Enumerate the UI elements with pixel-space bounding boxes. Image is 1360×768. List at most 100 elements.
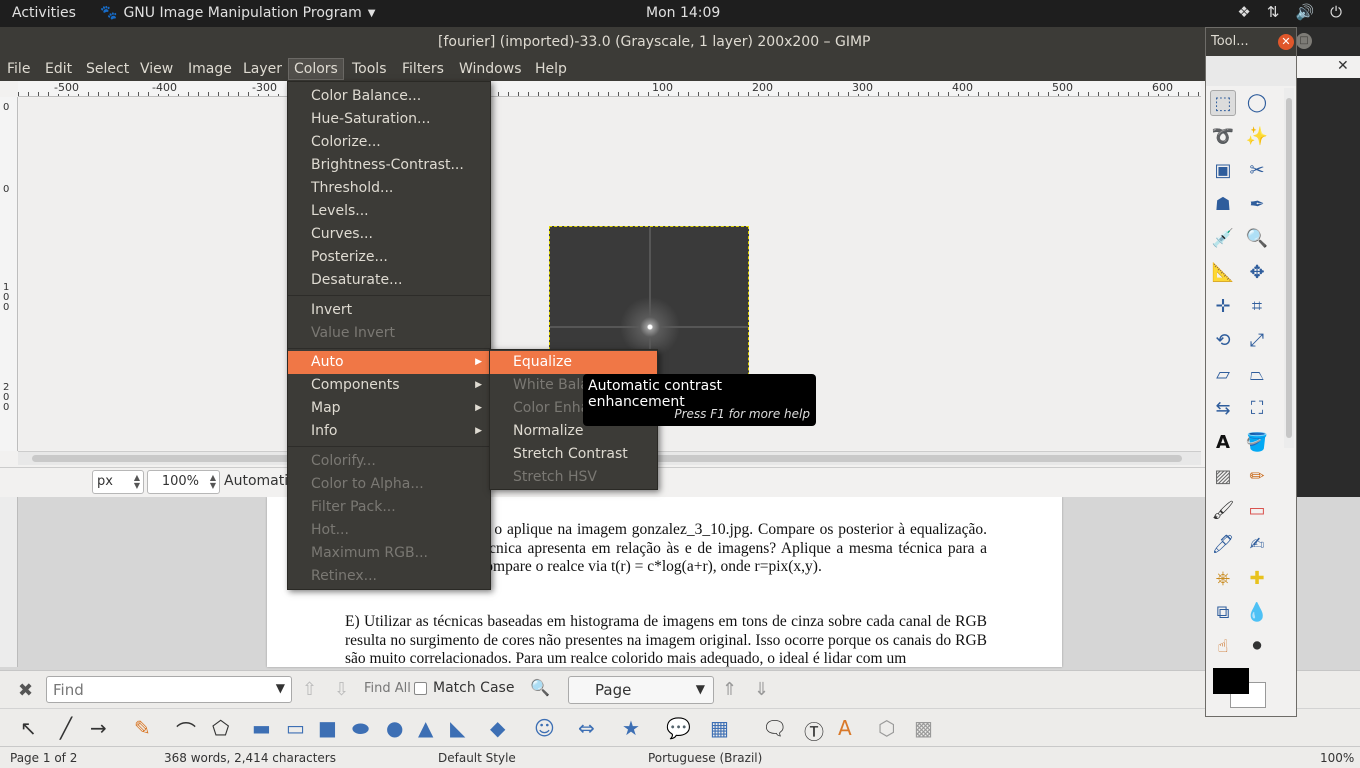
maximize-icon[interactable]: □ xyxy=(1296,33,1312,49)
free-select-icon[interactable]: ➰ xyxy=(1210,124,1236,150)
ink-icon[interactable]: ✍ xyxy=(1244,532,1270,558)
comment-icon[interactable]: 🗨 xyxy=(762,716,787,740)
ellipse-select-icon[interactable]: ◯ xyxy=(1244,90,1270,116)
select-arrow-icon[interactable]: ↖ xyxy=(20,716,37,740)
points-icon[interactable]: ⬡ xyxy=(878,716,895,740)
network-icon[interactable]: ⇅ xyxy=(1267,3,1280,21)
rotate-icon[interactable]: ⟲ xyxy=(1210,328,1236,354)
menu-item-auto[interactable]: Auto ▶ xyxy=(288,351,490,374)
pencil-icon[interactable]: ✏ xyxy=(1244,464,1270,490)
menu-item-equalize[interactable]: Equalize xyxy=(490,351,657,374)
color-picker-icon[interactable]: 💉 xyxy=(1210,226,1236,252)
zoom-icon[interactable]: 🔍 xyxy=(1244,226,1270,252)
menu-item-curves[interactable]: Curves... xyxy=(288,223,490,246)
foreground-color-swatch[interactable] xyxy=(1213,668,1249,694)
circle-icon[interactable]: ● xyxy=(386,716,403,740)
text-tool-icon[interactable]: A xyxy=(1210,430,1236,456)
unit-select[interactable]: px ▲ ▼ xyxy=(92,470,144,494)
activities-button[interactable]: Activities xyxy=(12,5,76,21)
dropbox-icon[interactable]: ❖ xyxy=(1237,3,1250,21)
select-by-color-icon[interactable]: ▣ xyxy=(1210,158,1236,184)
polygon-icon[interactable]: ⬠ xyxy=(212,716,229,740)
airbrush-icon[interactable]: 🖊 xyxy=(1210,532,1236,558)
chevron-down-icon[interactable]: ▼ xyxy=(276,681,285,695)
document-language[interactable]: Portuguese (Brazil) xyxy=(648,751,762,765)
pencil-icon[interactable]: ✎ xyxy=(134,716,151,740)
perspective-icon[interactable]: ⏢ xyxy=(1244,362,1270,388)
volume-icon[interactable]: 🔊 xyxy=(1295,3,1314,21)
ellipse-icon[interactable]: ⬬ xyxy=(352,716,369,740)
close-find-icon[interactable]: ✖ xyxy=(18,680,33,701)
menu-layer[interactable]: Layer xyxy=(238,60,287,78)
find-all-button[interactable]: Find All xyxy=(364,681,411,696)
find-input[interactable]: Find ▼ xyxy=(46,676,292,703)
menu-item-map[interactable]: Map ▶ xyxy=(288,397,490,420)
menu-file[interactable]: File xyxy=(2,60,35,78)
blend-icon[interactable]: ▨ xyxy=(1210,464,1236,490)
rectangle-icon[interactable]: ▬ xyxy=(252,716,271,740)
menu-select[interactable]: Select xyxy=(81,60,134,78)
find-replace-icon[interactable]: 🔍 xyxy=(530,678,550,697)
arrow-line-icon[interactable]: → xyxy=(90,716,107,740)
find-next-icon[interactable]: ⇩ xyxy=(334,679,349,700)
rect-select-icon[interactable]: ⬚ xyxy=(1210,90,1236,116)
dodge-burn-icon[interactable]: ⚫ xyxy=(1244,634,1270,660)
menu-view[interactable]: View xyxy=(135,60,178,78)
flowchart-icon[interactable]: ▦ xyxy=(710,716,729,740)
menu-item-stretch-contrast[interactable]: Stretch Contrast xyxy=(490,443,657,466)
measure-icon[interactable]: 📐 xyxy=(1210,260,1236,286)
window-titlebar[interactable]: [fourier] (imported)-33.0 (Grayscale, 1 … xyxy=(0,27,1297,57)
smudge-icon[interactable]: ☝ xyxy=(1210,634,1236,660)
horizontal-ruler[interactable]: -500 -400 -300 100 200 300 400 500 600 xyxy=(18,81,1201,97)
menu-item-color-balance[interactable]: Color Balance... xyxy=(288,85,490,108)
zoom-level[interactable]: 100% xyxy=(1320,751,1354,765)
scrollbar-thumb[interactable] xyxy=(1286,98,1292,438)
extrusion-icon[interactable]: ▩ xyxy=(914,716,933,740)
eraser-icon[interactable]: ▭ xyxy=(1244,498,1270,524)
vertical-ruler[interactable]: 0 0 100 200 xyxy=(0,97,18,451)
toolbox-scrollbar[interactable] xyxy=(1284,88,1294,448)
clone-icon[interactable]: ⎈ xyxy=(1210,566,1236,592)
menu-item-hue-saturation[interactable]: Hue-Saturation... xyxy=(288,108,490,131)
menu-tools[interactable]: Tools xyxy=(347,60,392,78)
scale-icon[interactable]: ⤢ xyxy=(1244,328,1270,354)
zoom-select[interactable]: 100% ▲ ▼ xyxy=(147,470,220,494)
search-down-icon[interactable]: ⇓ xyxy=(754,679,769,700)
menu-item-colorize[interactable]: Colorize... xyxy=(288,131,490,154)
app-menu[interactable]: 🐾 GNU Image Manipulation Program ▼ xyxy=(100,5,375,21)
callout-icon[interactable]: 💬 xyxy=(666,716,691,740)
menu-filters[interactable]: Filters xyxy=(397,60,449,78)
close-icon[interactable]: ✕ xyxy=(1278,34,1294,50)
line-icon[interactable]: ╱ xyxy=(60,716,72,740)
clock[interactable]: Mon 14:09 xyxy=(646,5,720,21)
menu-item-posterize[interactable]: Posterize... xyxy=(288,246,490,269)
heal-icon[interactable]: ✚ xyxy=(1244,566,1270,592)
menu-item-invert[interactable]: Invert xyxy=(288,299,490,322)
fontwork-icon[interactable]: A xyxy=(838,716,852,740)
fuzzy-select-icon[interactable]: ✨ xyxy=(1244,124,1270,150)
text-box-icon[interactable]: Ⓣ xyxy=(804,716,824,745)
diamond-icon[interactable]: ◆ xyxy=(490,716,505,740)
triangle-icon[interactable]: ▲ xyxy=(418,716,433,740)
search-type-select[interactable]: Page ▼ xyxy=(568,676,714,704)
bucket-fill-icon[interactable]: 🪣 xyxy=(1244,430,1270,456)
crop-icon[interactable]: ⌗ xyxy=(1244,294,1270,320)
menu-image[interactable]: Image xyxy=(183,60,237,78)
cage-transform-icon[interactable]: ⛶ xyxy=(1244,396,1270,422)
perspective-clone-icon[interactable]: ⧉ xyxy=(1210,600,1236,626)
foreground-select-icon[interactable]: ☗ xyxy=(1210,192,1236,218)
menu-item-info[interactable]: Info ▶ xyxy=(288,420,490,443)
menu-item-components[interactable]: Components ▶ xyxy=(288,374,490,397)
close-icon[interactable]: ✕ xyxy=(1337,58,1349,74)
flip-icon[interactable]: ⇆ xyxy=(1210,396,1236,422)
find-previous-icon[interactable]: ⇧ xyxy=(302,679,317,700)
paths-icon[interactable]: ✒ xyxy=(1244,192,1270,218)
scissors-icon[interactable]: ✂ xyxy=(1244,158,1270,184)
menu-item-brightness-contrast[interactable]: Brightness-Contrast... xyxy=(288,154,490,177)
square-icon[interactable]: ■ xyxy=(318,716,337,740)
smiley-icon[interactable]: ☺ xyxy=(534,716,555,740)
search-up-icon[interactable]: ⇑ xyxy=(722,679,737,700)
spin-arrows-icon[interactable]: ▲ ▼ xyxy=(134,474,140,490)
paintbrush-icon[interactable]: 🖌 xyxy=(1210,498,1236,524)
align-icon[interactable]: ✛ xyxy=(1210,294,1236,320)
